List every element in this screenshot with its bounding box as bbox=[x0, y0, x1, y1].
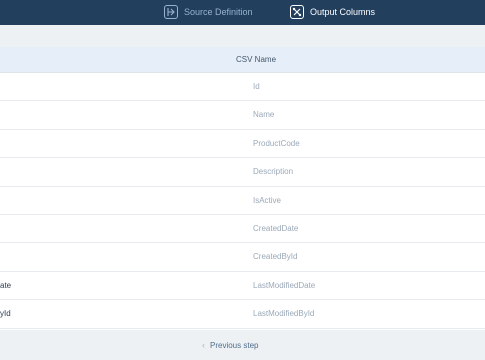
chevron-left-icon: ‹ bbox=[202, 340, 205, 350]
step-source-label: Source Definition bbox=[184, 7, 253, 17]
step-output-label: Output Columns bbox=[310, 7, 376, 17]
csv-name-cell: IsActive bbox=[253, 195, 282, 205]
output-columns-icon bbox=[290, 5, 304, 19]
table-row[interactable]: ProductCode bbox=[0, 130, 485, 159]
table-row[interactable]: Description bbox=[0, 158, 485, 187]
csv-name-cell: LastModifiedDate bbox=[253, 280, 316, 290]
csv-name-cell: Description bbox=[253, 167, 294, 177]
step-output-columns[interactable]: Output Columns bbox=[290, 3, 375, 21]
table-row[interactable]: CreatedById bbox=[0, 243, 485, 272]
table-row[interactable]: Id bbox=[0, 73, 485, 102]
csv-name-cell: Name bbox=[253, 110, 275, 120]
wizard-header: Source Definition Output Columns bbox=[0, 0, 485, 25]
table-row[interactable]: ate LastModifiedDate bbox=[0, 272, 485, 301]
table-row[interactable]: yId LastModifiedById bbox=[0, 300, 485, 329]
field-name-cell: ate bbox=[0, 280, 12, 290]
csv-name-cell: CreatedById bbox=[253, 252, 298, 262]
table-row[interactable]: IsActive bbox=[0, 187, 485, 215]
csv-name-cell: Id bbox=[253, 82, 260, 91]
csv-name-cell: ProductCode bbox=[253, 138, 300, 148]
source-definition-icon bbox=[164, 5, 178, 19]
output-columns-table: CSV Name Id Name ProductCode Description… bbox=[0, 47, 485, 330]
step-source-definition[interactable]: Source Definition bbox=[164, 3, 253, 21]
csv-name-column-header: CSV Name bbox=[236, 55, 277, 64]
csv-name-cell: CreatedDate bbox=[253, 224, 299, 233]
previous-step-button[interactable]: ‹ Previous step bbox=[202, 338, 258, 352]
table-header: CSV Name bbox=[0, 47, 485, 73]
table-row[interactable]: Name bbox=[0, 101, 485, 130]
field-name-cell: yId bbox=[0, 309, 11, 319]
csv-name-cell: LastModifiedById bbox=[253, 309, 315, 319]
previous-step-label: Previous step bbox=[210, 340, 259, 350]
table-row[interactable]: CreatedDate bbox=[0, 215, 485, 244]
